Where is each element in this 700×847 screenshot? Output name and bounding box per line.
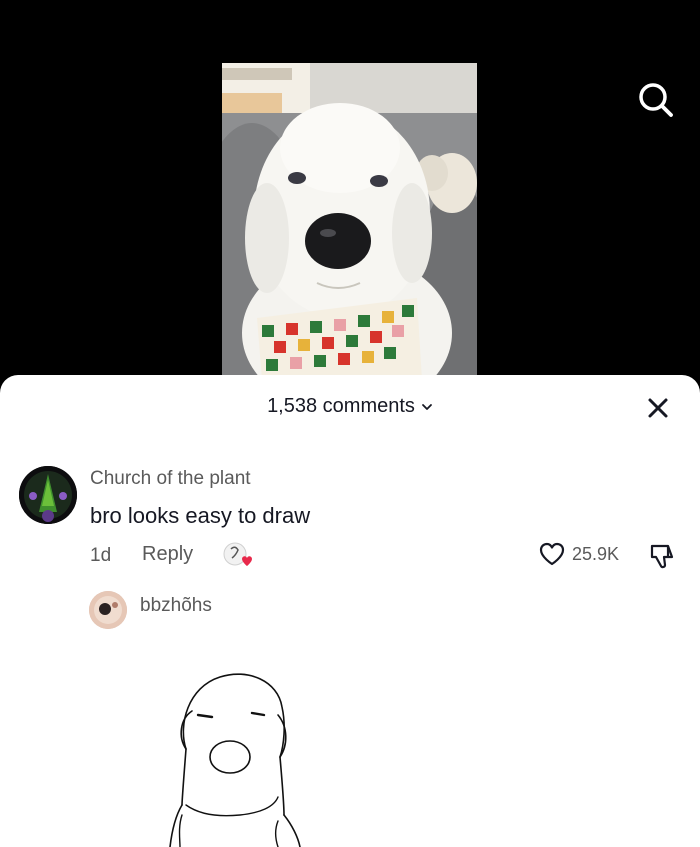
reply-avatar[interactable] xyxy=(89,591,127,629)
close-button[interactable] xyxy=(644,394,672,422)
search-button[interactable] xyxy=(634,78,678,122)
like-count: 25.9K xyxy=(572,543,620,564)
reply-avatar-image xyxy=(89,591,127,629)
comments-count-label: 1,538 comments xyxy=(267,395,415,417)
chevron-down-icon xyxy=(422,403,432,410)
reply-username[interactable]: bbzhõhs xyxy=(140,595,212,617)
comment-text: bro looks easy to draw xyxy=(90,503,311,528)
comment-username[interactable]: Church of the plant xyxy=(90,468,251,490)
dislike-button[interactable] xyxy=(648,541,678,571)
creator-heart-icon xyxy=(223,542,252,566)
comments-header: 1,538 comments xyxy=(0,395,700,423)
dog-line-drawing xyxy=(169,673,301,847)
search-icon xyxy=(639,83,673,117)
video-thumbnail[interactable] xyxy=(222,63,477,380)
dog-video-frame xyxy=(222,63,477,380)
comments-count-dropdown[interactable]: 1,538 comments xyxy=(267,395,433,418)
creator-liked-badge xyxy=(222,541,254,571)
dog-drawing-image[interactable] xyxy=(160,665,320,847)
avatar[interactable] xyxy=(19,466,77,524)
thumbs-down-icon xyxy=(650,544,674,569)
close-icon xyxy=(648,398,668,418)
heart-outline-icon xyxy=(539,542,565,566)
comment-meta: 1d Reply 25.9K xyxy=(90,541,690,571)
comment-time: 1d xyxy=(90,545,112,566)
reply-button[interactable]: Reply xyxy=(142,543,193,566)
plant-avatar-image xyxy=(19,466,77,524)
video-area xyxy=(0,0,700,380)
like-button[interactable]: 25.9K xyxy=(538,541,619,567)
